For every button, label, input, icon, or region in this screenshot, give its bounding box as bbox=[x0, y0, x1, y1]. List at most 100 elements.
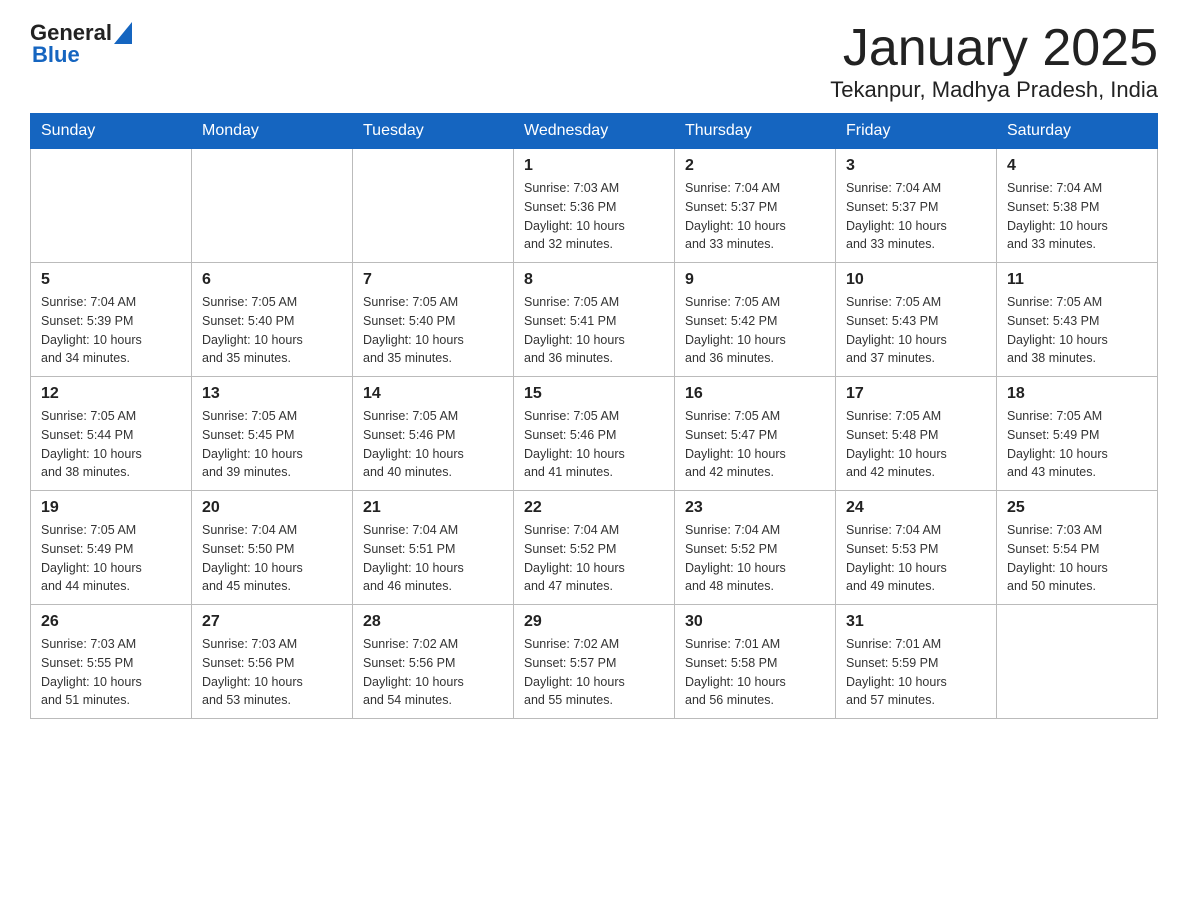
calendar-cell: 9 Sunrise: 7:05 AM Sunset: 5:42 PM Daylig… bbox=[675, 263, 836, 377]
day-info: Sunrise: 7:03 AM Sunset: 5:54 PM Dayligh… bbox=[1007, 521, 1147, 596]
day-number: 29 bbox=[524, 613, 664, 631]
day-info: Sunrise: 7:05 AM Sunset: 5:41 PM Dayligh… bbox=[524, 293, 664, 368]
calendar-cell: 3 Sunrise: 7:04 AM Sunset: 5:37 PM Daylig… bbox=[836, 149, 997, 263]
calendar-table: SundayMondayTuesdayWednesdayThursdayFrid… bbox=[30, 113, 1158, 719]
calendar-cell: 24 Sunrise: 7:04 AM Sunset: 5:53 PM Dayli… bbox=[836, 491, 997, 605]
calendar-cell bbox=[192, 149, 353, 263]
calendar-week-row: 26Sunrise: 7:03 AM Sunset: 5:55 PM Dayli… bbox=[31, 605, 1158, 719]
day-number: 4 bbox=[1007, 157, 1147, 175]
day-number: 12 bbox=[41, 385, 181, 403]
calendar-cell: 4 Sunrise: 7:04 AM Sunset: 5:38 PM Daylig… bbox=[997, 149, 1158, 263]
day-number: 28 bbox=[363, 613, 503, 631]
day-number: 9 bbox=[685, 271, 825, 289]
day-number: 13 bbox=[202, 385, 342, 403]
day-number: 17 bbox=[846, 385, 986, 403]
day-info: Sunrise: 7:04 AM Sunset: 5:37 PM Dayligh… bbox=[846, 179, 986, 254]
day-number: 22 bbox=[524, 499, 664, 517]
day-number: 23 bbox=[685, 499, 825, 517]
calendar-cell: 18 Sunrise: 7:05 AM Sunset: 5:49 PM Dayli… bbox=[997, 377, 1158, 491]
logo-triangle-icon bbox=[114, 22, 132, 44]
calendar-title: January 2025 bbox=[830, 20, 1158, 77]
day-number: 18 bbox=[1007, 385, 1147, 403]
calendar-cell: 27 Sunrise: 7:03 AM Sunset: 5:56 PM Dayli… bbox=[192, 605, 353, 719]
title-block: January 2025 Tekanpur, Madhya Pradesh, I… bbox=[830, 20, 1158, 103]
calendar-cell: 1 Sunrise: 7:03 AM Sunset: 5:36 PM Daylig… bbox=[514, 149, 675, 263]
day-info: Sunrise: 7:02 AM Sunset: 5:56 PM Dayligh… bbox=[363, 635, 503, 710]
logo-blue-text: Blue bbox=[32, 42, 80, 68]
calendar-cell: 17 Sunrise: 7:05 AM Sunset: 5:48 PM Dayli… bbox=[836, 377, 997, 491]
day-info: Sunrise: 7:03 AM Sunset: 5:55 PM Dayligh… bbox=[41, 635, 181, 710]
day-info: Sunrise: 7:05 AM Sunset: 5:49 PM Dayligh… bbox=[1007, 407, 1147, 482]
day-info: Sunrise: 7:04 AM Sunset: 5:50 PM Dayligh… bbox=[202, 521, 342, 596]
calendar-cell: 22 Sunrise: 7:04 AM Sunset: 5:52 PM Dayli… bbox=[514, 491, 675, 605]
day-info: Sunrise: 7:04 AM Sunset: 5:52 PM Dayligh… bbox=[524, 521, 664, 596]
day-number: 27 bbox=[202, 613, 342, 631]
day-info: Sunrise: 7:04 AM Sunset: 5:51 PM Dayligh… bbox=[363, 521, 503, 596]
day-number: 11 bbox=[1007, 271, 1147, 289]
day-info: Sunrise: 7:02 AM Sunset: 5:57 PM Dayligh… bbox=[524, 635, 664, 710]
day-info: Sunrise: 7:05 AM Sunset: 5:49 PM Dayligh… bbox=[41, 521, 181, 596]
day-info: Sunrise: 7:05 AM Sunset: 5:47 PM Dayligh… bbox=[685, 407, 825, 482]
day-info: Sunrise: 7:05 AM Sunset: 5:43 PM Dayligh… bbox=[1007, 293, 1147, 368]
calendar-cell: 15 Sunrise: 7:05 AM Sunset: 5:46 PM Dayli… bbox=[514, 377, 675, 491]
calendar-cell bbox=[353, 149, 514, 263]
calendar-week-row: 1 Sunrise: 7:03 AM Sunset: 5:36 PM Daylig… bbox=[31, 149, 1158, 263]
calendar-cell: 10 Sunrise: 7:05 AM Sunset: 5:43 PM Dayli… bbox=[836, 263, 997, 377]
calendar-cell: 2Sunrise: 7:04 AM Sunset: 5:37 PM Daylig… bbox=[675, 149, 836, 263]
calendar-cell: 25 Sunrise: 7:03 AM Sunset: 5:54 PM Dayli… bbox=[997, 491, 1158, 605]
day-info: Sunrise: 7:04 AM Sunset: 5:37 PM Dayligh… bbox=[685, 179, 825, 254]
day-number: 7 bbox=[363, 271, 503, 289]
day-number: 19 bbox=[41, 499, 181, 517]
calendar-cell: 21 Sunrise: 7:04 AM Sunset: 5:51 PM Dayli… bbox=[353, 491, 514, 605]
calendar-cell: 30Sunrise: 7:01 AM Sunset: 5:58 PM Dayli… bbox=[675, 605, 836, 719]
day-info: Sunrise: 7:05 AM Sunset: 5:42 PM Dayligh… bbox=[685, 293, 825, 368]
weekday-header-sunday: Sunday bbox=[31, 114, 192, 149]
day-number: 6 bbox=[202, 271, 342, 289]
calendar-cell: 13 Sunrise: 7:05 AM Sunset: 5:45 PM Dayli… bbox=[192, 377, 353, 491]
day-info: Sunrise: 7:05 AM Sunset: 5:43 PM Dayligh… bbox=[846, 293, 986, 368]
day-info: Sunrise: 7:05 AM Sunset: 5:45 PM Dayligh… bbox=[202, 407, 342, 482]
day-info: Sunrise: 7:05 AM Sunset: 5:48 PM Dayligh… bbox=[846, 407, 986, 482]
day-info: Sunrise: 7:03 AM Sunset: 5:36 PM Dayligh… bbox=[524, 179, 664, 254]
calendar-cell: 8 Sunrise: 7:05 AM Sunset: 5:41 PM Daylig… bbox=[514, 263, 675, 377]
calendar-location: Tekanpur, Madhya Pradesh, India bbox=[830, 77, 1158, 103]
weekday-header-friday: Friday bbox=[836, 114, 997, 149]
calendar-cell: 28 Sunrise: 7:02 AM Sunset: 5:56 PM Dayli… bbox=[353, 605, 514, 719]
calendar-week-row: 19 Sunrise: 7:05 AM Sunset: 5:49 PM Dayli… bbox=[31, 491, 1158, 605]
day-number: 8 bbox=[524, 271, 664, 289]
calendar-cell: 23 Sunrise: 7:04 AM Sunset: 5:52 PM Dayli… bbox=[675, 491, 836, 605]
day-info: Sunrise: 7:05 AM Sunset: 5:40 PM Dayligh… bbox=[202, 293, 342, 368]
day-info: Sunrise: 7:01 AM Sunset: 5:58 PM Dayligh… bbox=[685, 635, 825, 710]
day-number: 25 bbox=[1007, 499, 1147, 517]
calendar-cell bbox=[997, 605, 1158, 719]
day-info: Sunrise: 7:04 AM Sunset: 5:38 PM Dayligh… bbox=[1007, 179, 1147, 254]
day-number: 24 bbox=[846, 499, 986, 517]
day-number: 20 bbox=[202, 499, 342, 517]
day-number: 15 bbox=[524, 385, 664, 403]
calendar-cell: 12 Sunrise: 7:05 AM Sunset: 5:44 PM Dayli… bbox=[31, 377, 192, 491]
calendar-cell: 16 Sunrise: 7:05 AM Sunset: 5:47 PM Dayli… bbox=[675, 377, 836, 491]
calendar-cell: 14Sunrise: 7:05 AM Sunset: 5:46 PM Dayli… bbox=[353, 377, 514, 491]
day-number: 21 bbox=[363, 499, 503, 517]
day-info: Sunrise: 7:05 AM Sunset: 5:40 PM Dayligh… bbox=[363, 293, 503, 368]
day-number: 16 bbox=[685, 385, 825, 403]
day-number: 3 bbox=[846, 157, 986, 175]
calendar-cell: 20 Sunrise: 7:04 AM Sunset: 5:50 PM Dayli… bbox=[192, 491, 353, 605]
calendar-cell: 11 Sunrise: 7:05 AM Sunset: 5:43 PM Dayli… bbox=[997, 263, 1158, 377]
calendar-cell: 19 Sunrise: 7:05 AM Sunset: 5:49 PM Dayli… bbox=[31, 491, 192, 605]
weekday-header-tuesday: Tuesday bbox=[353, 114, 514, 149]
day-info: Sunrise: 7:05 AM Sunset: 5:46 PM Dayligh… bbox=[524, 407, 664, 482]
day-number: 10 bbox=[846, 271, 986, 289]
day-info: Sunrise: 7:01 AM Sunset: 5:59 PM Dayligh… bbox=[846, 635, 986, 710]
calendar-week-row: 12 Sunrise: 7:05 AM Sunset: 5:44 PM Dayli… bbox=[31, 377, 1158, 491]
day-info: Sunrise: 7:05 AM Sunset: 5:44 PM Dayligh… bbox=[41, 407, 181, 482]
day-info: Sunrise: 7:04 AM Sunset: 5:53 PM Dayligh… bbox=[846, 521, 986, 596]
day-number: 5 bbox=[41, 271, 181, 289]
day-info: Sunrise: 7:04 AM Sunset: 5:52 PM Dayligh… bbox=[685, 521, 825, 596]
calendar-cell: 7 Sunrise: 7:05 AM Sunset: 5:40 PM Daylig… bbox=[353, 263, 514, 377]
calendar-cell bbox=[31, 149, 192, 263]
calendar-cell: 26Sunrise: 7:03 AM Sunset: 5:55 PM Dayli… bbox=[31, 605, 192, 719]
day-info: Sunrise: 7:03 AM Sunset: 5:56 PM Dayligh… bbox=[202, 635, 342, 710]
calendar-cell: 6 Sunrise: 7:05 AM Sunset: 5:40 PM Daylig… bbox=[192, 263, 353, 377]
day-number: 1 bbox=[524, 157, 664, 175]
